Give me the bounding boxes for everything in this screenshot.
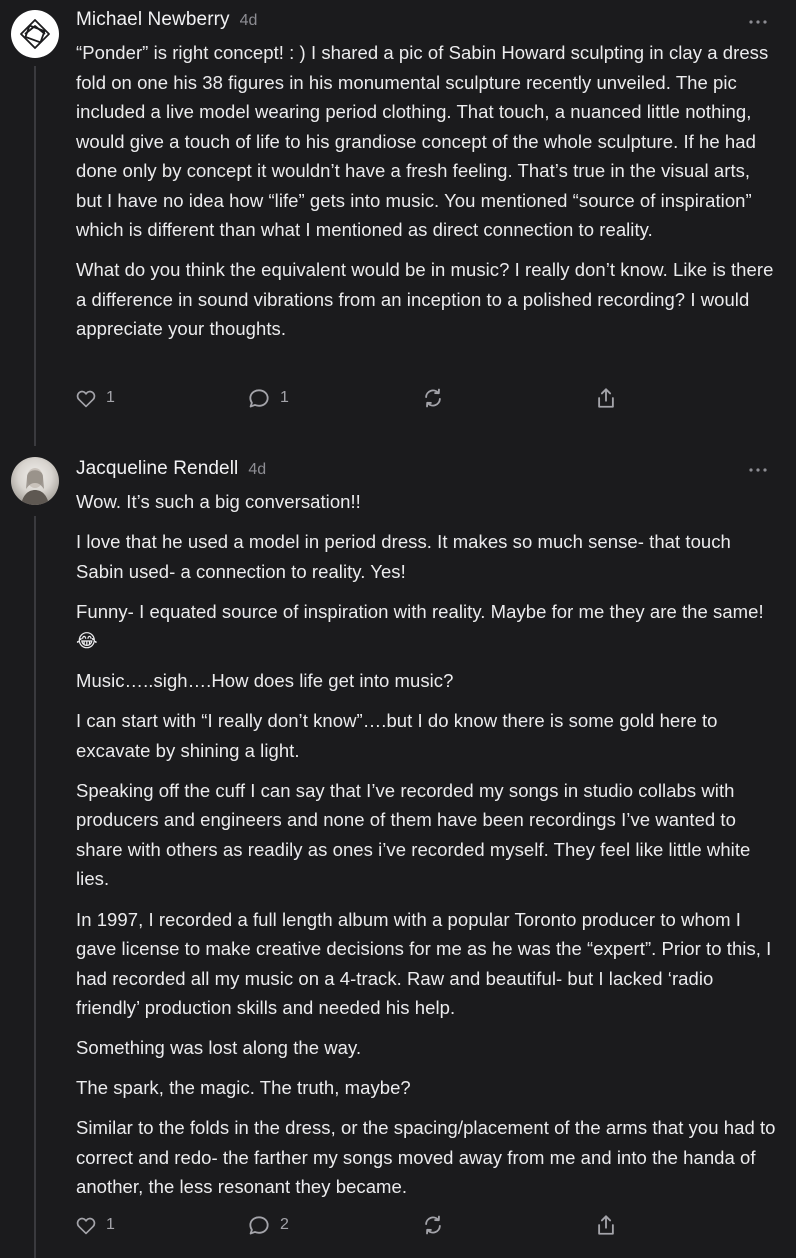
author-name[interactable]: Michael Newberry [76,9,230,31]
timestamp[interactable]: 4d [240,12,258,30]
comment-header: Jacqueline Rendell 4d [76,458,266,486]
share-button[interactable] [595,385,617,411]
like-count: 1 [106,1216,115,1233]
restack-button[interactable] [422,385,444,411]
share-button[interactable] [595,1212,617,1238]
comment-paragraph: In 1997, I recorded a full length album … [76,908,772,1019]
restack-icon [425,1215,441,1235]
timestamp[interactable]: 4d [248,461,266,479]
avatar[interactable] [11,457,59,505]
comment-paragraph: “Ponder” is right concept! : ) I shared … [76,42,769,240]
comment-body: Wow. It’s such a big conversation!! I lo… [76,487,776,1212]
share-icon [598,1214,614,1235]
like-count: 1 [106,389,115,406]
reply-button[interactable]: 1 [248,385,289,411]
ellipsis-icon [749,20,767,24]
comment-paragraph: Similar to the folds in the dress, or th… [76,1117,776,1198]
comment-body: “Ponder” is right concept! : ) I shared … [76,38,776,354]
comment-actions: 1 1 [76,385,636,411]
restack-icon [425,388,441,408]
comment-paragraph: Speaking off the cuff I can say that I’v… [76,779,751,890]
comment-paragraph: I love that he used a model in period dr… [76,531,731,582]
comment-paragraph: Something was lost along the way. [76,1037,362,1059]
thread-line-1 [34,66,36,446]
ellipsis-icon [749,468,767,472]
restack-button[interactable] [422,1212,444,1238]
comment-paragraph: The spark, the magic. The truth, maybe? [76,1077,411,1099]
avatar[interactable] [11,10,59,58]
reply-count: 1 [280,389,289,406]
heart-icon [76,390,96,407]
share-icon [598,387,614,408]
speech-bubble-icon [249,388,269,407]
more-options-button[interactable] [744,12,772,32]
comment-header: Michael Newberry 4d [76,9,257,37]
like-button[interactable]: 1 [76,385,115,411]
author-name[interactable]: Jacqueline Rendell [76,458,238,480]
reply-count: 2 [280,1216,289,1233]
more-options-button[interactable] [744,460,772,480]
like-button[interactable]: 1 [76,1212,115,1238]
comment-paragraph: I can start with “I really don’t know”….… [76,710,718,761]
thread-line-2 [34,516,36,1258]
comment-paragraph: Wow. It’s such a big conversation!! [76,491,361,512]
comment-paragraph: Music…..sigh….How does life get into mus… [76,670,454,692]
speech-bubble-icon [249,1215,269,1234]
comment-paragraph: What do you think the equivalent would b… [76,259,774,340]
comment-actions: 1 2 [76,1212,636,1238]
profile-photo-icon [21,468,49,505]
heart-icon [76,1217,96,1234]
comment-paragraph: Funny- I equated source of inspiration w… [76,600,764,652]
reply-button[interactable]: 2 [248,1212,289,1238]
geometric-logo-icon [20,19,50,49]
